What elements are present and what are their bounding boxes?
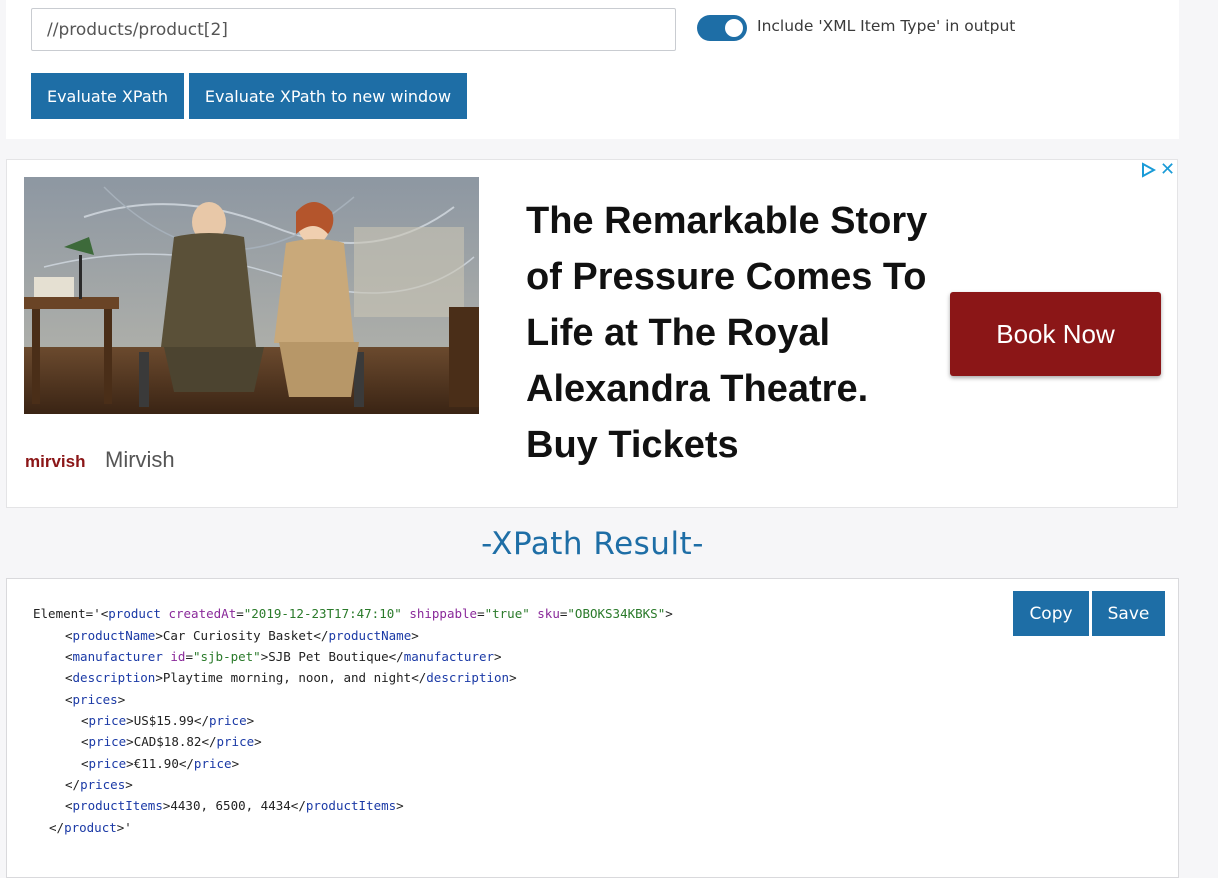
result-line: <prices> <box>65 692 126 707</box>
advertisement: The Remarkable Story of Pressure Comes T… <box>6 159 1178 508</box>
mirvish-logo: mirvish <box>25 452 85 471</box>
include-item-type-toggle[interactable] <box>697 15 747 41</box>
xpath-result-heading: -XPath Result- <box>481 526 704 562</box>
evaluate-xpath-new-window-button[interactable]: Evaluate XPath to new window <box>189 73 467 119</box>
result-line: Element='<product createdAt="2019-12-23T… <box>33 606 673 621</box>
ad-close-icon[interactable]: ✕ <box>1160 160 1175 180</box>
xpath-result-panel: Copy Save Element='<product createdAt="2… <box>6 578 1179 878</box>
evaluate-xpath-button[interactable]: Evaluate XPath <box>31 73 184 119</box>
xpath-input[interactable] <box>31 8 676 51</box>
ad-headline[interactable]: The Remarkable Story of Pressure Comes T… <box>526 193 941 473</box>
book-now-button[interactable]: Book Now <box>950 292 1161 376</box>
result-line: <productName>Car Curiosity Basket</produ… <box>65 628 419 643</box>
result-line: <productItems>4430, 6500, 4434</productI… <box>65 798 404 813</box>
include-item-type-label: Include 'XML Item Type' in output <box>757 17 1016 35</box>
ad-theatre-photo[interactable] <box>24 177 479 414</box>
ad-choices-icon[interactable] <box>1140 162 1156 178</box>
result-line: <price>€11.90</price> <box>81 756 240 771</box>
xpath-panel: Include 'XML Item Type' in output Evalua… <box>6 0 1179 139</box>
toggle-knob <box>725 19 743 37</box>
result-line: <price>US$15.99</price> <box>81 713 255 728</box>
svg-text:mirvish: mirvish <box>25 452 85 471</box>
result-line: </product>' <box>49 820 132 835</box>
copy-button[interactable]: Copy <box>1013 591 1089 636</box>
save-button[interactable]: Save <box>1092 591 1165 636</box>
result-line: <manufacturer id="sjb-pet">SJB Pet Bouti… <box>65 649 502 664</box>
result-line: <price>CAD$18.82</price> <box>81 734 262 749</box>
ad-brand-name: Mirvish <box>105 447 175 472</box>
result-line: <description>Playtime morning, noon, and… <box>65 670 517 685</box>
result-line: </prices> <box>65 777 133 792</box>
